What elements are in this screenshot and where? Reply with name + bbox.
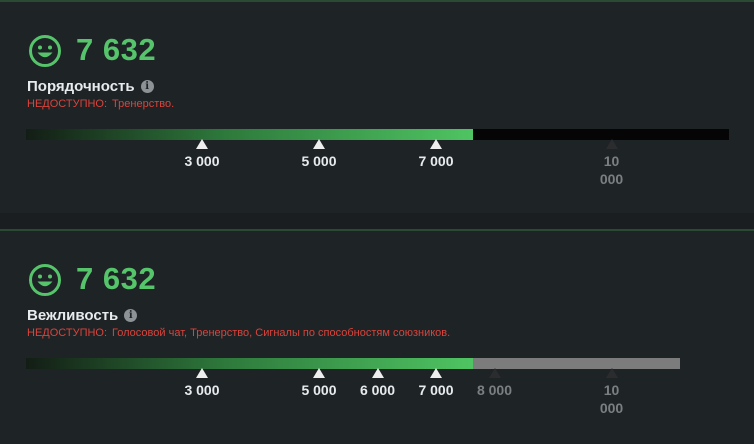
tick-label: 10 000 (599, 153, 624, 187)
tick-marker (605, 139, 618, 149)
warning-text: Тренерство. (112, 98, 175, 110)
tick-marker (488, 368, 501, 378)
score-title: Вежливость (27, 306, 119, 324)
tick-label: 3 000 (184, 382, 220, 398)
smiley-face-icon (29, 264, 61, 296)
tick-label: 8 000 (476, 382, 513, 398)
tick-marker (430, 368, 442, 378)
tick-marker (605, 368, 618, 378)
tick-marker (196, 139, 208, 149)
behavior-score-panel: 7 632 Порядочность i НЕДОСТУПНО: Тренерст… (0, 0, 754, 213)
warning-label: НЕДОСТУПНО: (27, 98, 108, 110)
tick-label: 5 000 (301, 153, 337, 169)
tick-marker (430, 139, 442, 149)
warning-text: Голосовой чат, Тренерство, Сигналы по сп… (112, 327, 451, 339)
tick-label: 10 000 (599, 382, 624, 416)
score-title-row: Порядочность i (27, 76, 154, 96)
tick-marker (313, 368, 325, 378)
restriction-warning: НЕДОСТУПНО: Голосовой чат, Тренерство, Си… (27, 327, 450, 339)
tick-marker (313, 139, 325, 149)
tick-label: 7 000 (418, 153, 454, 169)
score-title-row: Вежливость i (27, 305, 138, 325)
score-title: Порядочность (27, 77, 135, 95)
score-fill (26, 358, 473, 369)
tick-marker (371, 368, 384, 378)
behavior-score-panel: 7 632 Вежливость i НЕДОСТУПНО: Голосовой … (0, 229, 754, 444)
score-fill (26, 129, 473, 140)
info-icon[interactable]: i (124, 308, 138, 322)
smiley-face-icon (29, 35, 61, 67)
score-value: 7 632 (76, 32, 157, 67)
tick-label: 3 000 (184, 153, 220, 169)
restriction-warning: НЕДОСТУПНО: Тренерство. (27, 98, 174, 110)
warning-label: НЕДОСТУПНО: (27, 327, 108, 339)
info-icon[interactable]: i (140, 79, 154, 93)
score-value: 7 632 (76, 261, 157, 296)
tick-marker (196, 368, 208, 378)
